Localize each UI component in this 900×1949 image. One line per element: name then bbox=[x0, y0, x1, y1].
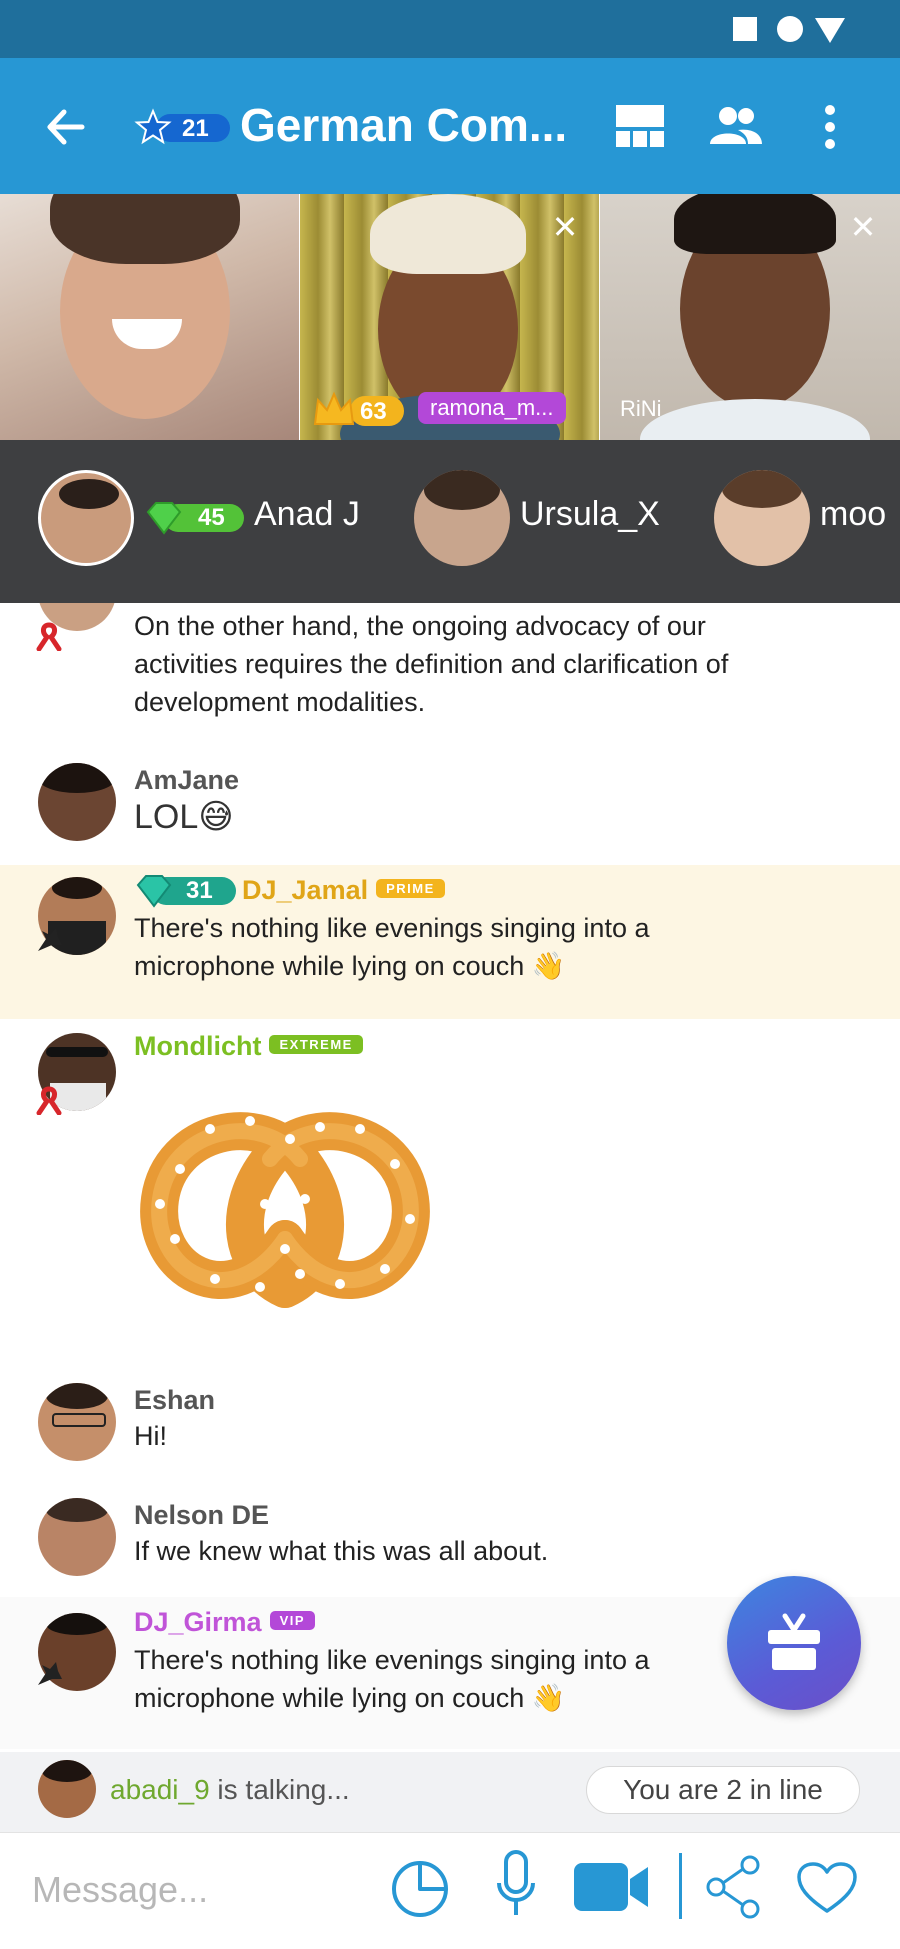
more-vert-icon[interactable] bbox=[818, 102, 842, 152]
chat-message-highlighted: 31 DJ_Jamal PRIME There's nothing like ev… bbox=[0, 865, 900, 1019]
speaker-name: Ursula_X bbox=[520, 495, 660, 533]
user-avatar[interactable] bbox=[38, 1383, 116, 1461]
video-level: 63 bbox=[360, 398, 387, 425]
share-icon[interactable] bbox=[704, 1855, 762, 1919]
grid-layout-icon[interactable] bbox=[614, 103, 666, 149]
people-icon[interactable] bbox=[708, 104, 764, 148]
speakers-bar: 45 Anad J Ursula_X moo bbox=[0, 440, 900, 603]
user-avatar[interactable] bbox=[38, 1498, 116, 1576]
talking-user-avatar[interactable] bbox=[38, 1760, 96, 1818]
message-text: There's nothing like evenings singing in… bbox=[134, 1645, 650, 1713]
star-icon bbox=[134, 108, 172, 145]
room-level: 21 bbox=[182, 115, 209, 142]
queue-position-button[interactable]: You are 2 in line bbox=[586, 1766, 860, 1814]
system-status-bar bbox=[0, 0, 900, 58]
close-video-2-icon[interactable]: ✕ bbox=[550, 211, 580, 243]
room-title: German Com... bbox=[240, 99, 568, 151]
message-text: LOL😅 bbox=[134, 798, 234, 836]
sticker-icon[interactable] bbox=[390, 1857, 450, 1919]
message-username[interactable]: AmJane bbox=[134, 765, 239, 796]
message-text: On the other hand, the ongoing advocacy … bbox=[134, 611, 729, 717]
back-arrow-icon[interactable] bbox=[40, 102, 90, 152]
message-text: There's nothing like evenings singing in… bbox=[134, 913, 650, 981]
message-username[interactable]: Mondlicht EXTREME bbox=[134, 1031, 363, 1062]
app-bar: 21 German Com... bbox=[0, 58, 900, 194]
microphone-icon[interactable] bbox=[496, 1849, 536, 1921]
vip-badge: VIP bbox=[269, 1611, 316, 1631]
recents-icon bbox=[733, 17, 757, 41]
video-camera-icon[interactable] bbox=[572, 1859, 652, 1915]
waving-hand-emoji-icon: 👋 bbox=[531, 1683, 566, 1713]
heart-icon[interactable] bbox=[796, 1861, 858, 1915]
ribbon-icon bbox=[36, 1086, 62, 1115]
grinning-sweat-emoji-icon: 😅 bbox=[198, 798, 234, 836]
ribbon-icon bbox=[36, 622, 62, 651]
talking-status-bar: abadi_9 is talking... You are 2 in line bbox=[0, 1752, 900, 1832]
diamond-icon bbox=[146, 502, 182, 535]
user-level-badge: 31 bbox=[134, 873, 244, 909]
chat-message: On the other hand, the ongoing advocacy … bbox=[0, 603, 900, 717]
chat-message: AmJane LOL😅 bbox=[0, 753, 900, 853]
message-username[interactable]: DJ_Jamal PRIME bbox=[242, 875, 445, 906]
video-tile-3[interactable]: ✕ RiNi bbox=[600, 194, 900, 440]
crown-icon bbox=[313, 391, 355, 425]
home-icon bbox=[777, 16, 803, 42]
chat-message: Mondlicht EXTREME bbox=[0, 1023, 900, 1313]
toolbar-divider bbox=[679, 1853, 682, 1919]
speaker-name: moo bbox=[820, 495, 887, 533]
speaker-level-badge: 45 bbox=[144, 500, 246, 536]
video-tiles: ✕ 63 ramona_m... ✕ RiNi bbox=[0, 194, 900, 440]
speaker-avatar[interactable] bbox=[414, 470, 510, 566]
video-user-name: RiNi bbox=[620, 396, 662, 421]
message-input[interactable] bbox=[30, 1859, 364, 1921]
chat-messages[interactable]: On the other hand, the ongoing advocacy … bbox=[0, 603, 900, 1753]
pretzel-sticker-icon[interactable] bbox=[140, 1089, 430, 1309]
user-level: 31 bbox=[186, 877, 213, 904]
chat-message: Eshan Hi! bbox=[0, 1383, 900, 1483]
message-username[interactable]: Nelson DE bbox=[134, 1500, 269, 1531]
leaf-badge-icon bbox=[38, 928, 62, 951]
gift-icon bbox=[768, 1613, 820, 1670]
video-user-name: ramona_m... bbox=[418, 392, 566, 424]
crown-level-badge: 63 bbox=[312, 390, 416, 430]
prime-badge: PRIME bbox=[376, 879, 445, 899]
speaker-level: 45 bbox=[198, 504, 225, 531]
user-avatar[interactable] bbox=[38, 763, 116, 841]
diamond-icon bbox=[136, 875, 172, 908]
waving-hand-emoji-icon: 👋 bbox=[531, 951, 566, 981]
speaker-avatar[interactable] bbox=[714, 470, 810, 566]
close-video-3-icon[interactable]: ✕ bbox=[848, 211, 878, 243]
extreme-badge: EXTREME bbox=[269, 1035, 363, 1055]
message-username[interactable]: Eshan bbox=[134, 1385, 215, 1416]
message-composer bbox=[0, 1832, 900, 1949]
message-text: If we knew what this was all about. bbox=[134, 1536, 549, 1566]
room-level-badge: 21 bbox=[134, 108, 234, 148]
message-username[interactable]: DJ_Girma VIP bbox=[134, 1607, 316, 1638]
talking-username[interactable]: abadi_9 bbox=[110, 1774, 210, 1805]
video-tile-1[interactable] bbox=[0, 194, 299, 440]
speaker-avatar[interactable] bbox=[38, 470, 134, 566]
video-tile-2[interactable]: ✕ 63 ramona_m... bbox=[300, 194, 599, 440]
leaf-badge-icon bbox=[38, 1662, 62, 1685]
speaker-name: Anad J bbox=[254, 495, 360, 533]
back-nav-icon bbox=[815, 18, 845, 43]
gift-button[interactable] bbox=[727, 1576, 861, 1710]
message-text: Hi! bbox=[134, 1421, 167, 1451]
talking-status-text: abadi_9 is talking... bbox=[110, 1774, 350, 1805]
